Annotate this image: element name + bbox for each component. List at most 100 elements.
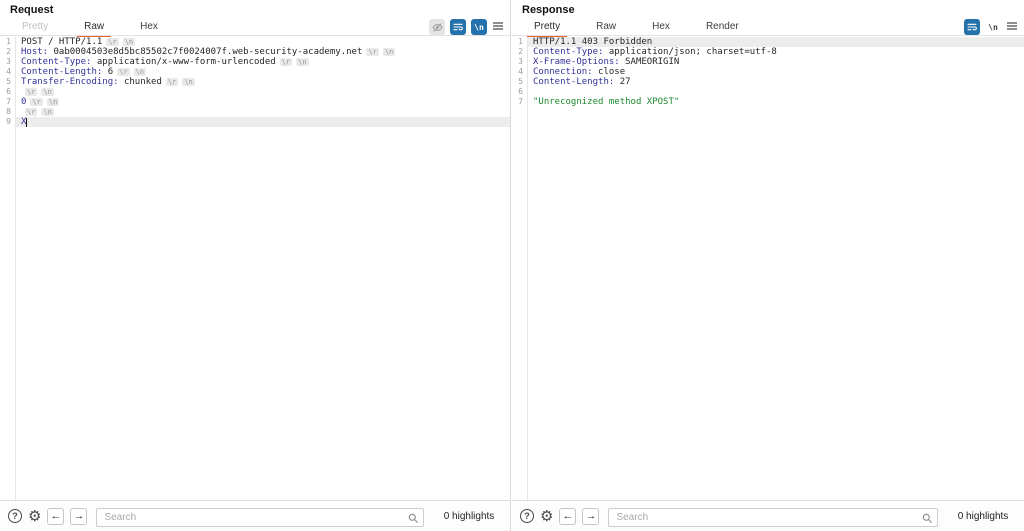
prev-match-button[interactable]: ←: [47, 507, 65, 525]
request-panel: Request Pretty Raw Hex \n 1 POST / HTTP/…: [0, 0, 511, 531]
line-number: 9: [6, 117, 11, 126]
code-line: 4 Content-Length: 6 \r \n: [0, 67, 510, 77]
code-line: 4 Connection: close: [512, 67, 1024, 77]
line-number: 6: [6, 87, 11, 96]
tab-pretty[interactable]: Pretty: [527, 18, 568, 38]
line-number: 4: [6, 67, 11, 76]
line-text[interactable]: Host: 0ab0004503e8d5bc85502c7f0024007f.w…: [15, 47, 510, 57]
line-number: 4: [518, 67, 523, 76]
crlf-badge: \r: [117, 68, 130, 76]
code-line: 9X: [0, 117, 510, 127]
response-editor[interactable]: 1 HTTP/1.1 403 Forbidden 2 Content-Type: ap…: [512, 37, 1024, 500]
editor-menu-icon[interactable]: [1006, 18, 1018, 36]
line-number: 1: [6, 37, 11, 46]
crlf-badge: \r: [366, 48, 379, 56]
crlf-badge: \r: [279, 58, 293, 66]
tab-raw[interactable]: Raw: [589, 18, 623, 38]
code-token: Host:: [21, 47, 49, 57]
next-match-button[interactable]: →: [70, 507, 88, 525]
line-number: 3: [518, 57, 523, 66]
line-text[interactable]: Content-Length: 27: [527, 77, 1024, 87]
code-token: X-Frame-Options:: [533, 57, 620, 67]
crlf-badge: \r: [25, 88, 38, 96]
code-token: chunked: [118, 77, 162, 87]
response-header-icons: \n: [964, 18, 1018, 36]
crlf-badge: \n: [46, 98, 60, 106]
request-highlights-count: 0 highlights: [443, 510, 495, 522]
crlf-badge: \n: [296, 58, 309, 66]
crlf-badge: \n: [41, 108, 54, 116]
line-text[interactable]: Connection: close: [527, 67, 1024, 77]
eye-slash-icon[interactable]: [429, 19, 445, 35]
tab-render[interactable]: Render: [699, 18, 746, 38]
tab-hex[interactable]: Hex: [645, 18, 677, 38]
line-text[interactable]: POST / HTTP/1.1 \r \n: [15, 37, 510, 47]
prev-match-button[interactable]: ←: [559, 507, 577, 525]
request-header: Request Pretty Raw Hex \n: [0, 0, 510, 38]
line-number: 6: [518, 87, 523, 96]
crlf-badge: \n: [41, 88, 54, 96]
line-text[interactable]: Content-Type: application/x-www-form-url…: [15, 57, 510, 67]
line-text[interactable]: \r \n: [15, 107, 510, 117]
code-token: Content-Type:: [533, 47, 604, 57]
tab-raw[interactable]: Raw: [77, 18, 112, 38]
request-search-input[interactable]: [96, 507, 424, 527]
code-token: "Unrecognized method XPOST": [533, 97, 680, 107]
word-wrap-icon[interactable]: [964, 19, 980, 35]
code-line: 6: [512, 87, 1024, 97]
gear-icon[interactable]: ⚙: [540, 509, 553, 524]
code-token: 27: [614, 77, 631, 87]
line-text[interactable]: X: [15, 117, 510, 127]
line-text[interactable]: Transfer-Encoding: chunked \r \n: [15, 77, 510, 87]
crlf-badge: \n: [122, 38, 136, 46]
line-text[interactable]: X-Frame-Options: SAMEORIGIN: [527, 57, 1024, 67]
code-token: Connection:: [533, 67, 593, 77]
gear-icon[interactable]: ⚙: [28, 509, 41, 524]
line-text[interactable]: [527, 87, 1024, 97]
help-icon[interactable]: ?: [520, 509, 534, 523]
line-text[interactable]: HTTP/1.1 403 Forbidden: [527, 37, 1024, 47]
code-line: 5 Transfer-Encoding: chunked \r \n: [0, 77, 510, 87]
crlf-badge: \n: [133, 68, 146, 76]
help-icon[interactable]: ?: [8, 509, 22, 523]
tab-pretty: Pretty: [22, 21, 49, 32]
line-number: 7: [518, 97, 523, 106]
word-wrap-icon[interactable]: [450, 19, 466, 35]
line-text[interactable]: Content-Length: 6 \r \n: [15, 67, 510, 77]
line-number: 8: [6, 107, 11, 116]
code-token: Content-Type:: [21, 57, 92, 67]
show-newlines-icon[interactable]: \n: [985, 19, 1001, 35]
tab-hex[interactable]: Hex: [133, 18, 165, 38]
code-line: 5 Content-Length: 27: [512, 77, 1024, 87]
line-number: 3: [6, 57, 11, 66]
code-line: 7 0 \r \n: [0, 97, 510, 107]
line-text[interactable]: Content-Type: application/json; charset=…: [527, 47, 1024, 57]
request-searchbar: ? ⚙ ← → 0 highlights: [0, 500, 510, 531]
code-token: Content-Length:: [533, 77, 615, 87]
search-icon: [922, 511, 933, 529]
search-icon: [408, 511, 419, 529]
line-text[interactable]: 0 \r \n: [15, 97, 510, 107]
code-line: 1 POST / HTTP/1.1 \r \n: [0, 37, 510, 47]
code-token: HTTP/1.1 403 Forbidden: [533, 37, 653, 47]
next-match-button[interactable]: →: [582, 507, 600, 525]
code-line: 2 Host: 0ab0004503e8d5bc85502c7f0024007f.…: [0, 47, 510, 57]
line-number: 5: [518, 77, 523, 86]
line-text[interactable]: "Unrecognized method XPOST": [527, 97, 1024, 107]
crlf-badge: \r: [25, 108, 38, 116]
editor-menu-icon[interactable]: [492, 18, 504, 36]
code-line: 2 Content-Type: application/json; charset…: [512, 47, 1024, 57]
show-newlines-icon[interactable]: \n: [471, 19, 487, 35]
code-token: SAMEORIGIN: [619, 57, 680, 67]
code-line: 7 "Unrecognized method XPOST": [512, 97, 1024, 107]
line-number: 1: [518, 37, 523, 46]
code-line: 3 Content-Type: application/x-www-form-ur…: [0, 57, 510, 67]
response-search-input[interactable]: [608, 507, 938, 527]
line-text[interactable]: \r \n: [15, 87, 510, 97]
request-editor[interactable]: 1 POST / HTTP/1.1 \r \n 2 Host: 0ab0004503e8d…: [0, 37, 510, 500]
code-token: close: [592, 67, 626, 77]
crlf-badge: \r: [30, 98, 43, 106]
code-line: 8 \r \n: [0, 107, 510, 117]
response-highlights-count: 0 highlights: [957, 510, 1009, 522]
code-token: Content-Length:: [21, 67, 103, 77]
